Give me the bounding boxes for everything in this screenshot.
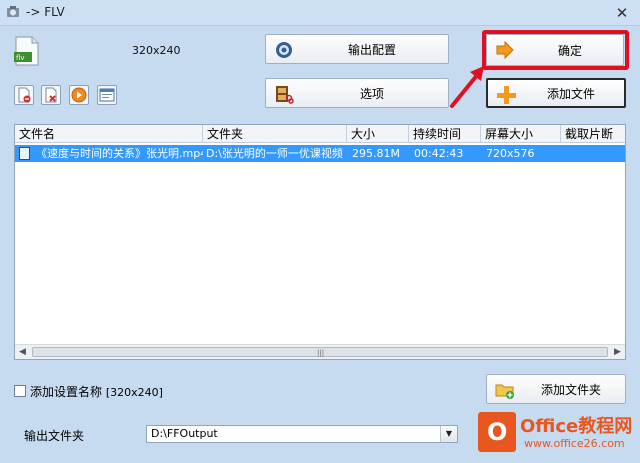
add-folder-button[interactable]: 添加文件夹 [486,374,626,404]
plus-icon [497,86,516,104]
add-file-label: 添加文件 [546,86,595,101]
svg-text:flv: flv [16,54,25,62]
output-folder-label: 输出文件夹 [24,429,85,443]
column-filename[interactable]: 文件名 [15,125,203,143]
scroll-thumb[interactable]: ||| [32,347,608,357]
settings-icon [276,42,292,58]
arrow-right-icon [496,40,514,60]
file-name: 《速度与时间的关系》张光明.mp4 [36,147,203,160]
watermark-url: www.office26.com [524,437,625,450]
file-clip [563,145,625,162]
window-title: -> FLV [26,5,65,19]
watermark-title: Office教程网 [520,416,633,437]
annotation-arrow [450,66,484,108]
remove-file-button[interactable] [14,85,34,105]
file-info-button[interactable] [97,85,117,105]
office-logo-icon: O [478,412,516,452]
output-config-label: 输出配置 [347,42,396,57]
scroll-left-icon[interactable]: ◀ [15,345,30,359]
clear-list-button[interactable] [41,85,61,105]
close-button[interactable]: ✕ [612,4,632,22]
column-duration[interactable]: 持续时间 [409,125,481,143]
options-label: 选项 [359,86,384,101]
file-list-header: 文件名 文件夹 大小 持续时间 屏幕大小 截取片断 [15,125,625,143]
file-screen-size: 720x576 [486,147,535,160]
info-window-icon [99,88,115,102]
output-config-button[interactable]: 输出配置 [265,34,449,64]
file-list[interactable]: 文件名 文件夹 大小 持续时间 屏幕大小 截取片断 《速度与时间的关系》张光明.… [14,124,626,360]
column-screen-size[interactable]: 屏幕大小 [481,125,561,143]
delete-file-icon [45,87,57,103]
ok-label: 确定 [557,43,582,58]
chevron-down-icon[interactable]: ▼ [440,426,457,442]
output-folder-value: D:\FFOutput [151,427,218,440]
file-size: 295.81M [352,147,400,160]
film-scissors-icon [276,86,294,104]
video-file-icon [19,147,30,160]
add-setting-name-label: 添加设置名称 [320x240] [30,385,163,399]
preset-resolution: 320x240 [132,44,181,57]
app-icon [7,6,19,17]
folder-add-icon [495,384,514,399]
file-folder: D:\张光明的一师一优课视频 [206,147,343,160]
watermark: O Office教程网 www.office26.com [470,408,640,463]
file-duration: 00:42:43 [414,147,464,160]
title-bar: -> FLV ✕ [0,0,640,26]
flv-file-icon: flv [14,36,39,66]
grip-icon: ||| [317,349,325,357]
remove-file-icon [18,87,31,103]
add-file-button[interactable]: 添加文件 [486,78,626,108]
play-button[interactable] [69,85,89,105]
column-folder[interactable]: 文件夹 [203,125,347,143]
file-row[interactable]: 《速度与时间的关系》张光明.mp4 D:\张光明的一师一优课视频 295.81M… [15,145,625,162]
column-size[interactable]: 大小 [347,125,409,143]
column-clip[interactable]: 截取片断 [561,125,625,143]
ok-button[interactable]: 确定 [486,34,624,66]
play-icon [71,87,87,103]
scroll-right-icon[interactable]: ▶ [610,345,625,359]
add-setting-name-checkbox[interactable] [14,385,26,397]
output-folder-select[interactable]: D:\FFOutput ▼ [146,425,458,443]
add-folder-label: 添加文件夹 [540,382,601,397]
horizontal-scrollbar[interactable]: ◀ ||| ▶ [15,344,625,359]
options-button[interactable]: 选项 [265,78,449,108]
